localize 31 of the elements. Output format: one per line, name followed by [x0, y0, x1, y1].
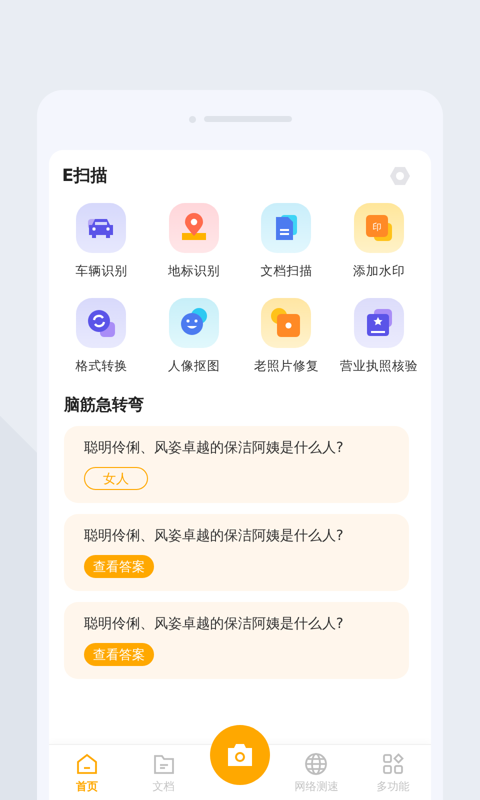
answer-text: 女人: [84, 467, 148, 490]
home-icon: [75, 752, 100, 776]
tool-label: 营业执照核验: [340, 358, 418, 375]
settings-icon[interactable]: [389, 164, 411, 186]
section-title: 脑筋急转弯: [62, 394, 145, 416]
nav-label: 文档: [152, 778, 175, 794]
tool-item[interactable]: 格式转换: [55, 298, 148, 375]
riddle-question: 聪明伶俐、风姿卓越的保洁阿姨是什么人?: [84, 615, 344, 633]
tool-label: 格式转换: [75, 358, 128, 375]
tool-item[interactable]: 地标识别: [148, 203, 240, 280]
app-title: E扫描: [62, 165, 108, 187]
nav-label: 网络测速: [294, 778, 338, 794]
nav-label: 首页: [76, 778, 98, 794]
riddle-question: 聪明伶俐、风姿卓越的保洁阿姨是什么人?: [84, 527, 344, 545]
tool-label: 人像抠图: [168, 358, 220, 375]
riddle-question: 聪明伶俐、风姿卓越的保洁阿姨是什么人?: [84, 439, 344, 457]
tool-item[interactable]: 车辆识别: [55, 203, 148, 280]
apps-icon: [380, 752, 405, 776]
tool-item[interactable]: 印 添加水印: [332, 203, 425, 280]
tool-label: 文档扫描: [260, 263, 312, 280]
nav-label: 多功能: [376, 778, 410, 794]
tool-label: 添加水印: [352, 263, 405, 280]
stamp-character: 印: [372, 223, 382, 233]
globe-icon: [304, 752, 328, 776]
tool-item[interactable]: 老照片修复: [240, 298, 332, 375]
tool-item[interactable]: 文档扫描: [240, 203, 332, 280]
tool-label: 老照片修复: [254, 358, 319, 375]
tool-label: 车辆识别: [75, 263, 128, 280]
tool-label: 地标识别: [168, 263, 220, 280]
tool-item[interactable]: 人像抠图: [148, 298, 240, 375]
tool-item[interactable]: 营业执照核验: [332, 298, 425, 375]
